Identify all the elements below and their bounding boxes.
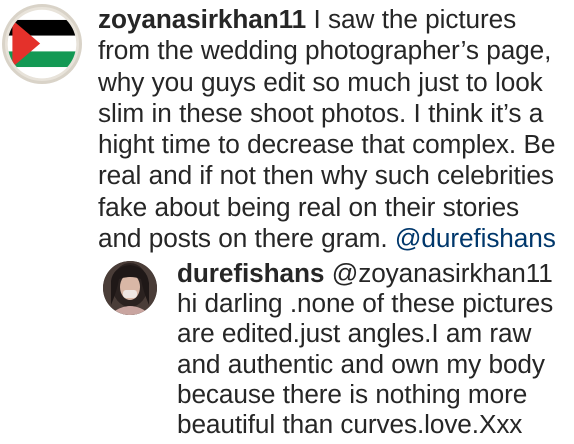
reply-line-3: are edited.just angles.I am raw <box>177 318 532 349</box>
comment-line-4: slim in these shoot photos. I think it’s… <box>98 97 544 128</box>
reply-line-4: and authentic and own my body <box>177 348 545 379</box>
commenter-username[interactable]: zoyanasirkhan11 <box>98 4 306 34</box>
comment-mention-link[interactable]: @durefishans <box>395 223 556 253</box>
replier-avatar[interactable] <box>103 261 157 315</box>
comment-line-5: hight time to decrease that complex. Be <box>98 129 556 160</box>
comment-line-6: real and if not then why such celebritie… <box>98 160 554 191</box>
comment-line-7: fake about being real on their stories <box>98 191 520 222</box>
palestine-flag-icon <box>7 9 77 79</box>
reply-line-1: durefishans @zoyanasirkhan11 <box>177 258 569 288</box>
replier-username[interactable]: durefishans <box>177 258 324 288</box>
reply-body: durefishans @zoyanasirkhan11 hi darling … <box>177 258 569 439</box>
reply-line-5: because there is nothing more <box>177 378 528 409</box>
commenter-avatar[interactable] <box>2 4 82 84</box>
comment-line-2: from the wedding photographer’s page, <box>98 35 552 66</box>
comment-line-3: why you guys edit so much just to look <box>98 66 543 97</box>
reply-line-2: hi darling .none of these pictures <box>177 288 554 319</box>
reply-mention-link[interactable]: @zoyanasirkhan11 <box>324 258 553 288</box>
comment-body: zoyanasirkhan11 I saw the pictures from … <box>98 4 568 254</box>
profile-photo-icon <box>103 261 157 315</box>
comment-line-1: zoyanasirkhan11 I saw the pictures <box>98 4 517 34</box>
comment-line-8: and posts on there gram. @durefishans <box>98 223 556 254</box>
reply-line-6: beautiful than curves.love.Xxx <box>177 409 523 440</box>
